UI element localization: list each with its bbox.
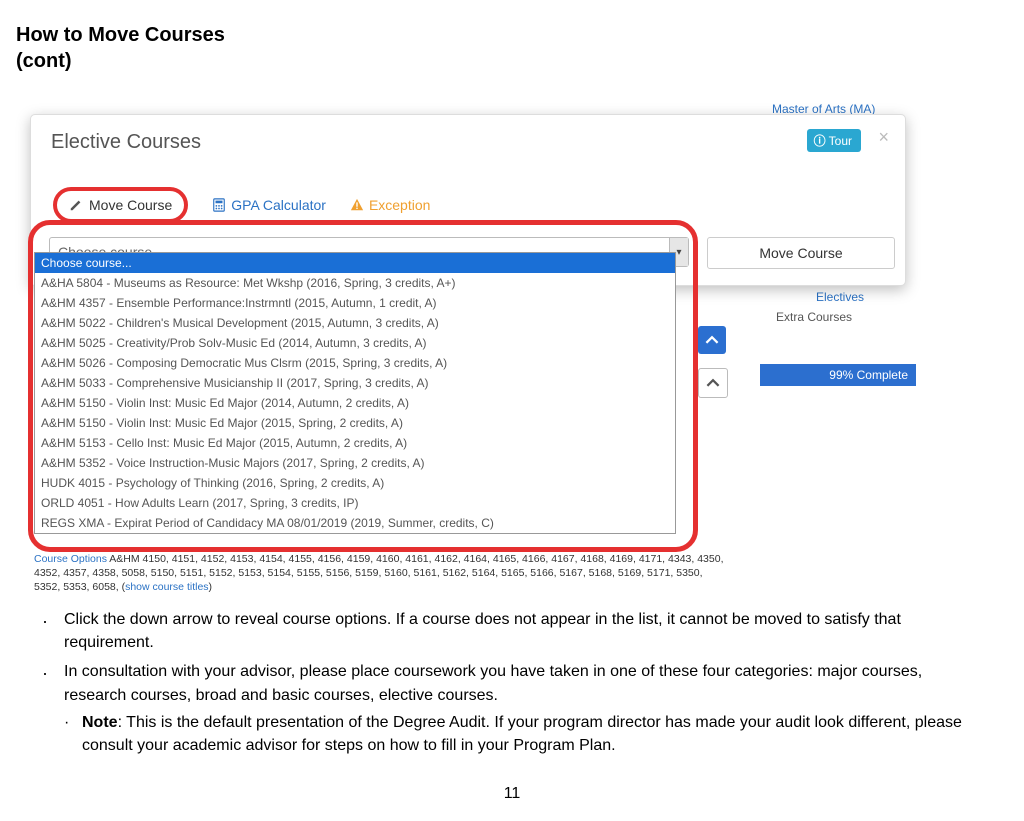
dropdown-option[interactable]: A&HM 5150 - Violin Inst: Music Ed Major … [35,413,675,433]
list-item: Click the down arrow to reveal course op… [64,608,984,654]
dropdown-option[interactable]: A&HA 5804 - Museums as Resource: Met Wks… [35,273,675,293]
dropdown-option[interactable]: ORLD 4051 - How Adults Learn (2017, Spri… [35,493,675,513]
extra-courses-label: Extra Courses [776,310,852,324]
dropdown-option[interactable]: A&HM 4357 - Ensemble Performance:Instrmn… [35,293,675,313]
exception-link[interactable]: Exception [350,197,430,213]
dropdown-option[interactable]: A&HM 5022 - Children's Musical Developme… [35,313,675,333]
dropdown-option[interactable]: A&HM 5026 - Composing Democratic Mus Cls… [35,353,675,373]
dropdown-option[interactable]: Choose course... [35,253,675,273]
warning-icon [350,198,364,212]
instruction-list: Click the down arrow to reveal course op… [64,608,984,757]
tour-button[interactable]: Tour [807,129,861,152]
move-course-button[interactable]: Move Course [707,237,895,269]
progress-bar: 99% Complete [760,364,916,386]
dropdown-option[interactable]: A&HM 5153 - Cello Inst: Music Ed Major (… [35,433,675,453]
close-icon[interactable]: × [878,127,889,148]
page-number: 11 [16,785,1008,803]
electives-link[interactable]: Electives [816,290,864,304]
dropdown-option[interactable]: A&HM 5033 - Comprehensive Musicianship I… [35,373,675,393]
action-row: Move Course GPA Calculator Exception [53,187,430,223]
dropdown-option[interactable]: A&HM 5352 - Voice Instruction-Music Majo… [35,453,675,473]
calculator-icon [212,198,226,212]
screenshot-figure: Master of Arts (MA) Electives Extra Cour… [16,100,916,590]
course-options-text: Course Options A&HM 4150, 4151, 4152, 41… [34,552,724,595]
dropdown-option[interactable]: HUDK 4015 - Psychology of Thinking (2016… [35,473,675,493]
scroll-up-button-2[interactable] [698,368,728,398]
list-item: Note: This is the default presentation o… [82,711,984,757]
dropdown-option[interactable]: REGS XMA - Expirat Period of Candidacy M… [35,513,675,533]
page-heading: How to Move Courses (cont) [16,22,1008,74]
show-course-titles-link[interactable]: show course titles [125,581,208,593]
course-dropdown-list[interactable]: Choose course... A&HA 5804 - Museums as … [34,252,676,534]
chevron-up-icon [705,333,719,347]
pencil-icon [69,198,83,212]
dropdown-option[interactable]: A&HM 5025 - Creativity/Prob Solv-Music E… [35,333,675,353]
list-item: In consultation with your advisor, pleas… [64,660,984,757]
move-course-action[interactable]: Move Course [53,187,188,223]
chevron-up-icon [706,376,720,390]
dropdown-option[interactable]: A&HM 5150 - Violin Inst: Music Ed Major … [35,393,675,413]
scroll-up-button[interactable] [698,326,726,354]
panel-title: Elective Courses [51,131,201,154]
gpa-calculator-link[interactable]: GPA Calculator [212,197,326,213]
